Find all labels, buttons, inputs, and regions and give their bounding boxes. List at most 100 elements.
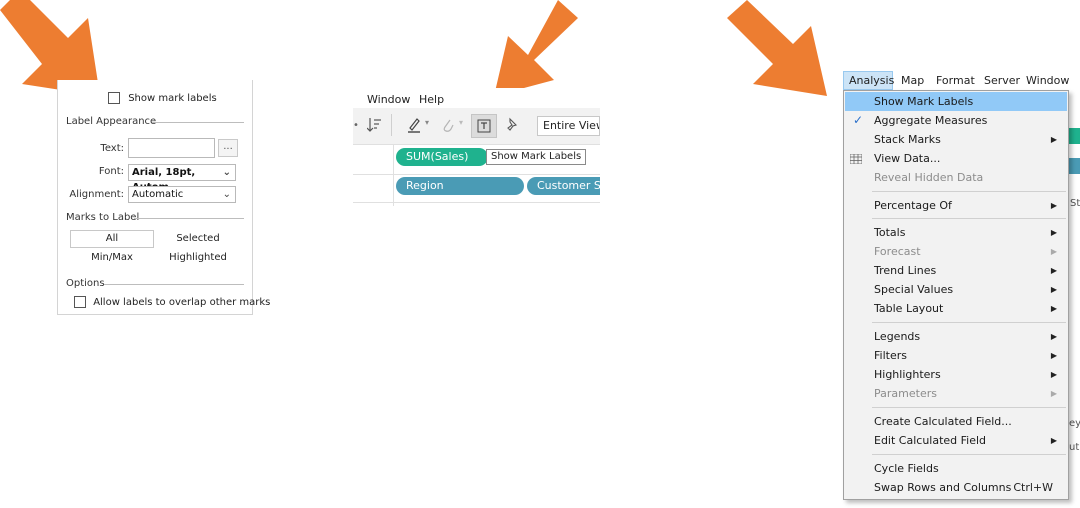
toolbar-panel: Window Help • ▾ ▾ Entire View SUM(Sales)…	[353, 88, 600, 206]
text-edit-button[interactable]: ...	[218, 139, 238, 157]
menu-item-percentage-of[interactable]: Percentage Of ▶	[845, 196, 1067, 215]
chevron-down-icon: ⌄	[222, 189, 231, 200]
menu-item-stack-marks[interactable]: Stack Marks ▶	[845, 130, 1067, 149]
allow-overlap-checkbox[interactable]	[74, 296, 86, 308]
menu-item-highlighters[interactable]: Highlighters ▶	[845, 365, 1067, 384]
font-select[interactable]: Arial, 18pt, Autom.. ⌄	[128, 164, 236, 193]
overflow-icon: •	[353, 120, 359, 131]
pill-fragment	[1069, 128, 1080, 144]
menu-item-swap-rows-columns[interactable]: Swap Rows and Columns Ctrl+W	[845, 478, 1067, 497]
divider	[353, 202, 600, 203]
background-text-fragment: ut	[1069, 442, 1080, 453]
label-appearance-heading: Label Appearance	[66, 116, 157, 127]
show-mark-labels-button[interactable]	[471, 114, 497, 138]
data-grid-icon	[850, 154, 862, 164]
submenu-arrow-icon: ▶	[1050, 436, 1057, 445]
submenu-arrow-icon: ▶	[1050, 389, 1057, 398]
menu-format[interactable]: Format	[936, 74, 975, 87]
menu-item-show-mark-labels[interactable]: Show Mark Labels	[845, 92, 1067, 111]
menu-window[interactable]: Window	[1026, 74, 1069, 87]
menu-separator	[872, 218, 1066, 219]
menu-item-filters[interactable]: Filters ▶	[845, 346, 1067, 365]
menu-item-aggregate-measures[interactable]: ✓ Aggregate Measures	[845, 111, 1067, 130]
text-label-icon	[477, 119, 491, 133]
pill-customer-segment[interactable]: Customer St	[527, 177, 600, 195]
alignment-label: Alignment:	[69, 189, 124, 200]
submenu-arrow-icon: ▶	[1050, 304, 1057, 313]
allow-overlap-row[interactable]: Allow labels to overlap other marks	[74, 296, 270, 308]
pill-region[interactable]: Region	[396, 177, 524, 195]
divider	[134, 218, 244, 219]
menu-map[interactable]: Map	[901, 74, 924, 87]
alignment-value: Automatic	[132, 189, 184, 200]
menu-item-legends[interactable]: Legends ▶	[845, 327, 1067, 346]
text-field[interactable]	[128, 138, 215, 158]
menu-separator	[872, 191, 1066, 192]
shortcut-text: Ctrl+W	[1013, 481, 1053, 494]
pill-fragment	[1069, 158, 1080, 174]
text-label: Text:	[100, 143, 124, 154]
arrow-annotation-3	[727, 0, 827, 96]
menu-server[interactable]: Server	[984, 74, 1020, 87]
menu-item-trend-lines[interactable]: Trend Lines ▶	[845, 261, 1067, 280]
menu-item-table-layout[interactable]: Table Layout ▶	[845, 299, 1067, 318]
divider	[104, 284, 244, 285]
label-settings-panel: Show mark labels Label Appearance Text: …	[57, 80, 270, 315]
submenu-arrow-icon: ▶	[1050, 370, 1057, 379]
menu-item-create-calculated-field[interactable]: Create Calculated Field...	[845, 412, 1067, 431]
menu-item-forecast: Forecast ▶	[845, 242, 1067, 261]
submenu-arrow-icon: ▶	[1050, 247, 1057, 256]
chevron-down-icon: ⌄	[222, 167, 231, 178]
allow-overlap-text: Allow labels to overlap other marks	[93, 296, 271, 308]
menu-item-view-data[interactable]: View Data...	[845, 149, 1067, 168]
divider	[353, 174, 600, 175]
font-label: Font:	[98, 166, 124, 177]
menu-item-cycle-fields[interactable]: Cycle Fields	[845, 459, 1067, 478]
menu-item-parameters: Parameters ▶	[845, 384, 1067, 403]
divider	[152, 122, 244, 123]
fit-dropdown[interactable]: Entire View	[537, 116, 600, 136]
menu-separator	[872, 407, 1066, 408]
menu-window[interactable]: Window	[367, 93, 410, 106]
marks-option-selected[interactable]: Selected	[166, 233, 230, 244]
menu-separator	[872, 322, 1066, 323]
submenu-arrow-icon: ▶	[1050, 135, 1057, 144]
submenu-arrow-icon: ▶	[1050, 228, 1057, 237]
show-mark-labels-row[interactable]: Show mark labels	[108, 92, 217, 104]
submenu-arrow-icon: ▶	[1050, 201, 1057, 210]
menu-help[interactable]: Help	[419, 93, 444, 106]
divider	[391, 114, 392, 136]
marks-option-all[interactable]: All	[70, 230, 154, 248]
options-heading: Options	[66, 278, 105, 289]
highlight-pen-icon[interactable]	[407, 116, 421, 134]
paperclip-icon[interactable]	[441, 117, 455, 133]
menu-item-reveal-hidden-data: Reveal Hidden Data	[874, 171, 984, 184]
menu-separator	[872, 454, 1066, 455]
submenu-arrow-icon: ▶	[1050, 351, 1057, 360]
submenu-arrow-icon: ▶	[1050, 332, 1057, 341]
background-text-fragment: ey	[1069, 418, 1080, 429]
menu-item-edit-calculated-field[interactable]: Edit Calculated Field ▶	[845, 431, 1067, 450]
sort-descending-icon[interactable]	[367, 117, 381, 133]
show-mark-labels-tooltip: Show Mark Labels	[486, 149, 587, 165]
background-text-fragment: St	[1070, 198, 1080, 209]
show-mark-labels-text: Show mark labels	[128, 92, 217, 104]
menu-item-totals[interactable]: Totals ▶	[845, 223, 1067, 242]
analysis-menu: Show Mark Labels ✓ Aggregate Measures St…	[843, 90, 1069, 500]
pin-icon[interactable]	[505, 117, 519, 133]
alignment-select[interactable]: Automatic ⌄	[128, 186, 236, 203]
submenu-arrow-icon: ▶	[1050, 285, 1057, 294]
pill-sum-sales[interactable]: SUM(Sales)	[396, 148, 488, 166]
submenu-arrow-icon: ▶	[1050, 266, 1057, 275]
marks-to-label-heading: Marks to Label	[66, 212, 140, 223]
checkmark-icon: ✓	[853, 113, 864, 127]
menu-item-special-values[interactable]: Special Values ▶	[845, 280, 1067, 299]
marks-option-minmax[interactable]: Min/Max	[70, 252, 154, 263]
chevron-down-icon[interactable]: ▾	[425, 118, 429, 127]
chevron-down-icon: ▾	[459, 118, 464, 127]
marks-option-highlighted[interactable]: Highlighted	[158, 252, 238, 263]
divider	[393, 144, 394, 206]
menu-bar: Analysis Map Format Server Window	[843, 71, 1080, 90]
show-mark-labels-checkbox[interactable]	[108, 92, 120, 104]
menu-analysis[interactable]: Analysis	[849, 74, 894, 87]
